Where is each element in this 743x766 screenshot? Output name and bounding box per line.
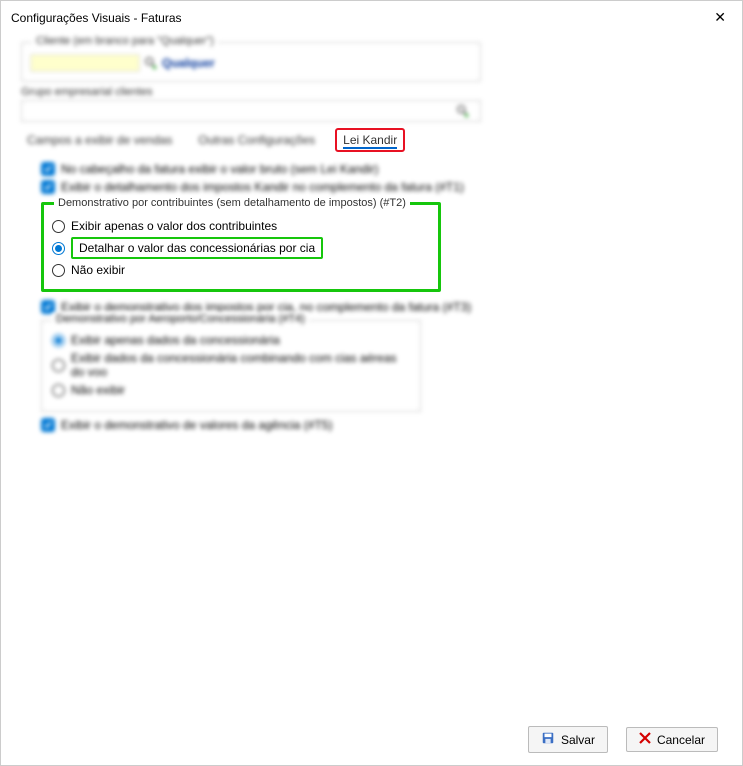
window-title: Configurações Visuais - Faturas [11,11,182,25]
footer-buttons: Salvar Cancelar [528,726,718,753]
save-icon [541,731,555,748]
tabs: Campos a exibir de vendas Outras Configu… [21,128,732,152]
radio-icon [52,334,65,347]
grupo-input[interactable] [21,100,481,122]
radio-label: Detalhar o valor das concessionárias por… [71,237,323,259]
grupo-label: Grupo empresarial clientes [21,86,481,98]
checkbox-icon [41,162,55,176]
radio-label: Exibir dados da concessionária combinand… [71,351,410,379]
t4-radio-apenas[interactable]: Exibir apenas dados da concessionária [52,333,410,347]
cancel-label: Cancelar [657,733,705,747]
checkbox-detalhamento[interactable]: Exibir o detalhamento dos impostos Kandi… [41,180,732,194]
radio-icon [52,242,65,255]
client-group-legend: Cliente (em branco para "Qualquer") [32,35,218,47]
client-input[interactable] [30,54,140,72]
tab-campos[interactable]: Campos a exibir de vendas [21,130,178,150]
close-icon[interactable]: ✕ [708,7,732,28]
t2-radio-nao-exibir[interactable]: Não exibir [52,263,430,277]
radio-label: Não exibir [71,383,125,397]
t4-group: Demonstrativo por Aeroporto/Concessionár… [41,320,421,412]
checkbox-cabecalho[interactable]: No cabeçalho da fatura exibir o valor br… [41,162,732,176]
radio-icon [52,359,65,372]
checkbox-label: Exibir o detalhamento dos impostos Kandi… [61,180,464,194]
search-icon[interactable] [456,104,470,118]
t2-radio-exibir-apenas[interactable]: Exibir apenas o valor dos contribuintes [52,219,430,233]
t4-radio-combinando[interactable]: Exibir dados da concessionária combinand… [52,351,410,379]
radio-icon [52,384,65,397]
checkbox-icon [41,418,55,432]
t2-radio-detalhar[interactable]: Detalhar o valor das concessionárias por… [52,237,430,259]
radio-label: Exibir apenas dados da concessionária [71,333,280,347]
checkbox-label: Exibir o demonstrativo dos impostos por … [61,300,471,314]
t2-group: Demonstrativo por contribuintes (sem det… [41,202,441,292]
checkbox-label: Exibir o demonstrativo de valores da agê… [61,418,332,432]
save-label: Salvar [561,733,595,747]
client-qualquer-label: Qualquer [162,56,215,70]
radio-label: Exibir apenas o valor dos contribuintes [71,219,277,233]
radio-icon [52,220,65,233]
tab-outras[interactable]: Outras Configurações [192,130,321,150]
t2-legend: Demonstrativo por contribuintes (sem det… [54,197,410,209]
radio-icon [52,264,65,277]
client-group: Cliente (em branco para "Qualquer") Qual… [21,42,481,82]
checkbox-label: No cabeçalho da fatura exibir o valor br… [61,162,379,176]
radio-label: Não exibir [71,263,125,277]
checkbox-icon [41,180,55,194]
tab-lei-kandir[interactable]: Lei Kandir [335,128,405,152]
cancel-icon [639,732,651,747]
checkbox-t3[interactable]: Exibir o demonstrativo dos impostos por … [41,300,732,314]
checkbox-t5[interactable]: Exibir o demonstrativo de valores da agê… [41,418,732,432]
t4-legend: Demonstrativo por Aeroporto/Concessionár… [52,313,309,325]
checkbox-icon [41,300,55,314]
cancel-button[interactable]: Cancelar [626,727,718,752]
save-button[interactable]: Salvar [528,726,608,753]
search-icon[interactable] [144,56,158,70]
t4-radio-nao-exibir[interactable]: Não exibir [52,383,410,397]
titlebar: Configurações Visuais - Faturas ✕ [1,1,742,34]
